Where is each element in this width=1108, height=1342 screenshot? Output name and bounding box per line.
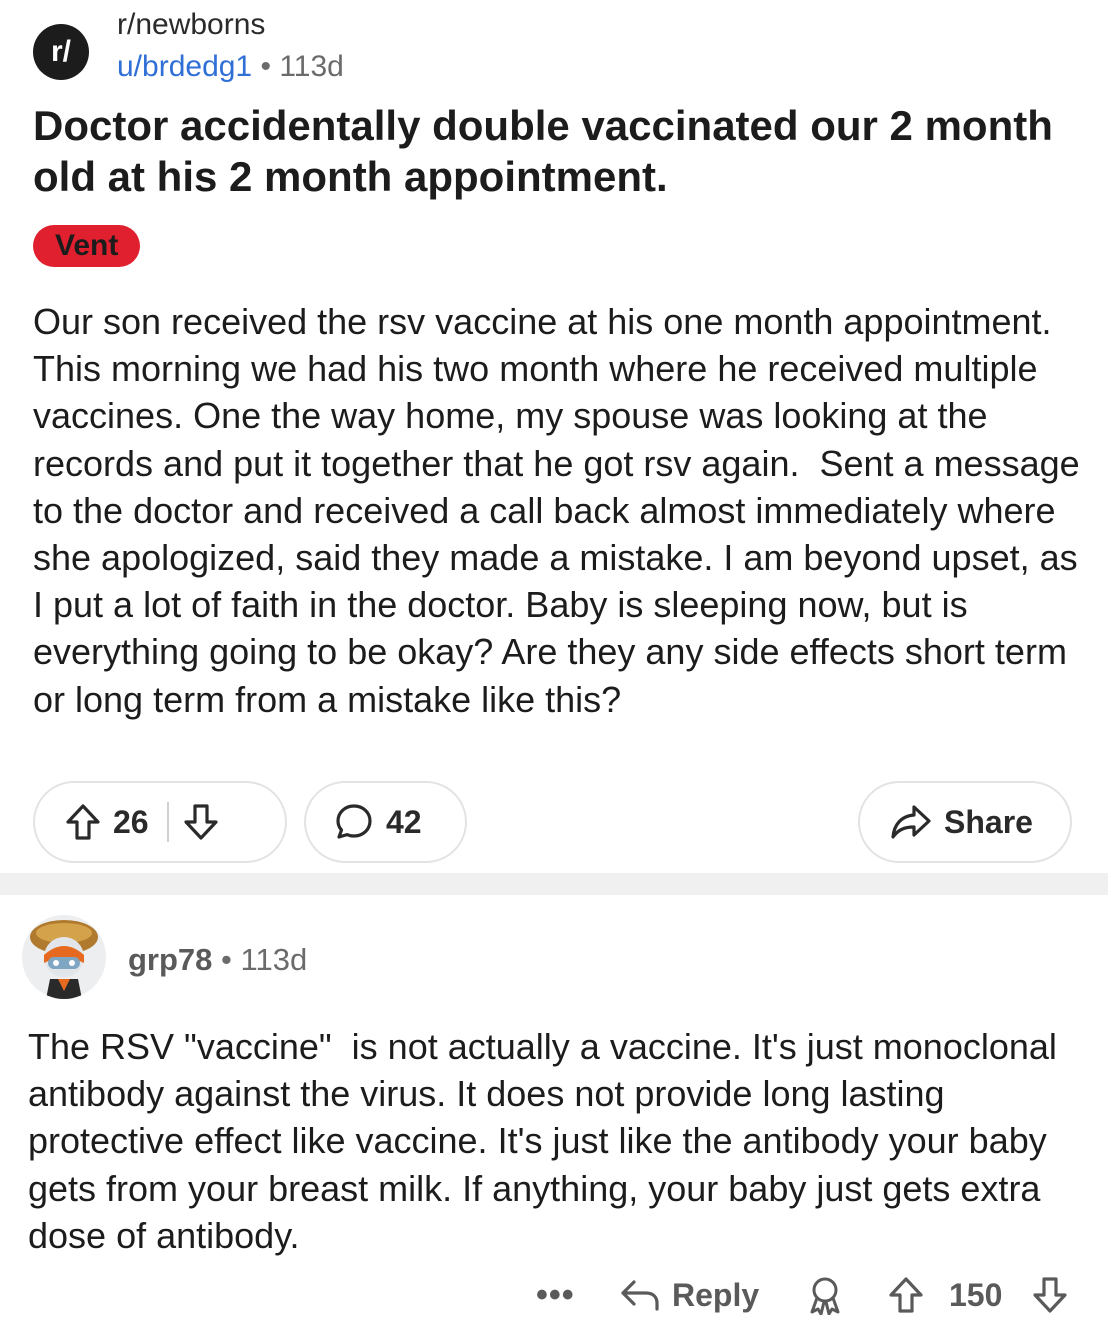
avatar[interactable] — [22, 915, 106, 999]
share-icon — [890, 803, 932, 841]
comment-score-value: 150 — [949, 1276, 1003, 1313]
subreddit-name[interactable]: r/newborns — [117, 6, 265, 44]
post-meta: u/brdedg1 • 113d — [117, 48, 344, 86]
comment-author[interactable]: grp78 — [128, 942, 212, 977]
comment-upvote-button[interactable] — [888, 1272, 924, 1318]
post-body: Our son received the rsv vaccine at his … — [33, 301, 1090, 720]
reply-button[interactable]: Reply — [620, 1272, 759, 1318]
comments-button[interactable]: 42 — [304, 781, 467, 863]
share-button[interactable]: Share — [858, 781, 1072, 863]
subreddit-avatar[interactable]: r/ — [33, 24, 89, 80]
meta-separator: • — [260, 50, 271, 83]
more-icon: ••• — [536, 1275, 575, 1314]
comment-score: 150 — [949, 1272, 1002, 1318]
vote-divider — [166, 802, 169, 842]
comment-age: 113d — [240, 942, 308, 977]
share-label: Share — [944, 803, 1033, 840]
downvote-icon — [1032, 1276, 1068, 1314]
comment-downvote-button[interactable] — [1032, 1272, 1068, 1318]
comment-body: The RSV "vaccine" is not actually a vacc… — [28, 1026, 1067, 1256]
post-title[interactable]: Doctor accidentally double vaccinated ou… — [33, 100, 1073, 202]
award-icon — [806, 1275, 844, 1315]
meta-separator: • — [221, 942, 232, 977]
comment-count: 42 — [386, 803, 422, 840]
reply-label: Reply — [672, 1276, 760, 1313]
upvote-icon — [888, 1276, 924, 1314]
upvote-icon[interactable] — [65, 803, 101, 841]
snoo-avatar-icon — [30, 920, 98, 999]
post-age: 113d — [279, 50, 344, 83]
award-button[interactable] — [806, 1272, 844, 1318]
post-score: 26 — [113, 803, 149, 840]
comment-meta: grp78 • 113d — [128, 940, 307, 980]
vote-control: 26 — [33, 781, 287, 863]
more-options-button[interactable]: ••• — [536, 1272, 575, 1318]
comment-icon — [334, 802, 374, 842]
downvote-icon[interactable] — [183, 803, 219, 841]
reply-icon — [620, 1277, 660, 1313]
post-author[interactable]: u/brdedg1 — [117, 50, 252, 83]
post-flair[interactable]: Vent — [33, 225, 141, 267]
section-divider — [0, 873, 1108, 895]
